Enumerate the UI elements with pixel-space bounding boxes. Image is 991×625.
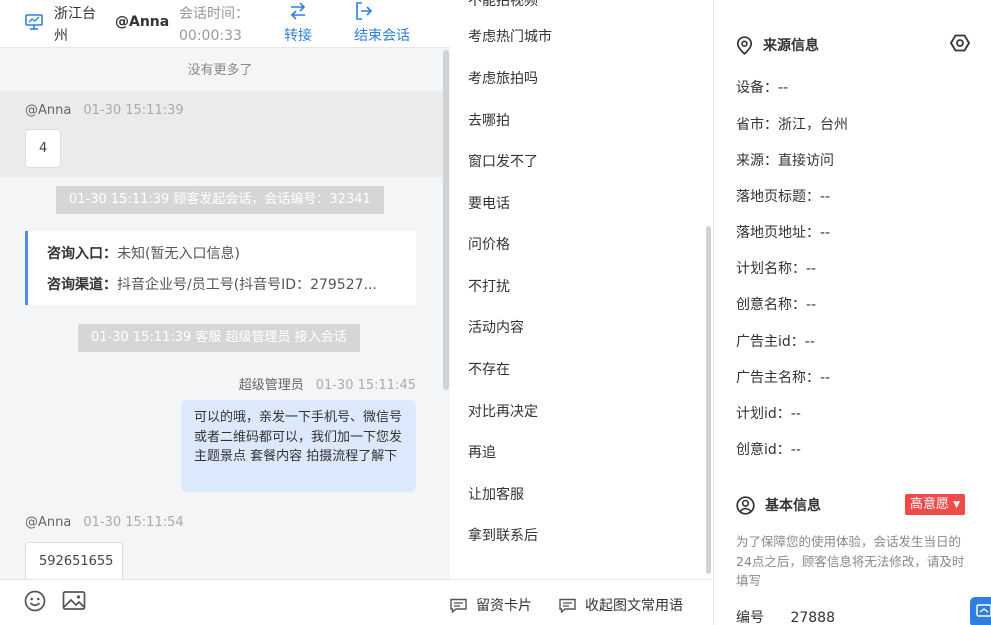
intent-level-value: 高意愿 (910, 497, 950, 512)
field-landing-url: 落地页地址：-- (736, 225, 831, 241)
field-creative-id: 创意id：-- (736, 442, 801, 458)
channel-key: 咨询渠道： (47, 277, 117, 293)
source-info-title: 来源信息 (736, 35, 819, 55)
visitor-name: @Anna (115, 14, 170, 30)
settings-hex-icon[interactable] (950, 33, 970, 53)
source-info-label: 来源信息 (763, 38, 819, 54)
field-id-row: 编号 27888 (736, 607, 835, 625)
end-session-label: 结束会话 (354, 28, 410, 44)
phrase-item[interactable]: 活动内容 (468, 317, 524, 337)
chat-float-icon (976, 604, 991, 617)
chat-float-button[interactable] (970, 597, 991, 625)
incoming-message: 592651655 (25, 542, 123, 579)
field-id-label: 编号 (736, 610, 764, 625)
system-tip: 01-30 15:11:39 客服 超级管理员 接入会话 (78, 324, 360, 352)
end-session-button[interactable]: 结束会话 (354, 1, 410, 47)
field-device: 设备：-- (736, 80, 789, 96)
location-pin-icon (736, 35, 753, 55)
message-time: 01-30 15:11:39 (83, 103, 184, 118)
entry-key: 咨询入口： (47, 246, 117, 262)
edit-notice: 为了保障您的使用体验，会话发生当日的24点之后，顾客信息将无法修改，请及时填写 (736, 534, 965, 588)
sender-name: 超级管理员 (238, 378, 304, 393)
phrase-item[interactable]: 不存在 (468, 359, 510, 379)
phrase-item[interactable]: 考虑热门城市 (468, 26, 552, 46)
emoji-icon[interactable] (24, 590, 46, 612)
visitor-location: 浙江台州 (54, 6, 96, 44)
transfer-button[interactable]: 转接 (284, 1, 312, 47)
phrase-item[interactable]: 要电话 (468, 193, 510, 213)
sender-name: @Anna (25, 515, 72, 530)
field-advertiser-name: 广告主名称：-- (736, 370, 831, 386)
channel-row: 咨询渠道：抖音企业号/员工号(抖音号ID：279527... (47, 274, 407, 305)
exit-icon (356, 2, 373, 20)
field-id-value: 27888 (790, 610, 835, 625)
phrases-scrollbar[interactable] (706, 226, 711, 574)
incoming-message: 4 (25, 129, 61, 168)
visitor-info-panel: 来源信息 设备：-- 省市：浙江，台州 来源：直接访问 落地页标题：-- 落地页… (714, 0, 991, 625)
phrase-item[interactable]: 对比再决定 (468, 401, 538, 421)
entry-info-card: 咨询入口：未知(暂无入口信息) 咨询渠道：抖音企业号/员工号(抖音号ID：279… (25, 231, 416, 305)
field-creative-name: 创意名称：-- (736, 297, 817, 313)
session-time-value: 00:00:33 (179, 28, 242, 44)
basic-info-title: 基本信息 (736, 495, 821, 515)
phrase-item[interactable]: 再追 (468, 442, 496, 462)
entry-row: 咨询入口：未知(暂无入口信息) (47, 243, 407, 274)
phrase-item[interactable]: 不能拍视频 (468, 0, 538, 10)
quick-phrases-panel: 不能拍视频 考虑热门城市 考虑旅拍吗 去哪拍 窗口发不了 要电话 问价格 不打扰… (450, 0, 714, 625)
field-landing-title: 落地页标题：-- (736, 189, 831, 205)
message-time: 01-30 15:11:54 (83, 515, 184, 530)
outgoing-message: 可以的哦，亲发一下手机号、微信号或者二维码都可以，我们加一下您发主题景点 套餐内… (181, 400, 416, 492)
channel-value: 抖音企业号/员工号(抖音号ID：279527... (117, 277, 377, 293)
field-plan-id: 计划id：-- (736, 406, 801, 422)
system-tip: 01-30 15:11:39 顾客发起会话，会话编号：32341 (56, 186, 384, 214)
collapse-icon (559, 598, 576, 613)
user-circle-icon (736, 495, 755, 515)
chat-scrollbar[interactable] (443, 50, 449, 390)
phrase-item[interactable]: 拿到联系后 (468, 525, 538, 545)
caret-down-icon: ▼ (953, 500, 961, 510)
session-time-label: 会话时间： (179, 6, 249, 22)
basic-info-label: 基本信息 (765, 498, 821, 514)
monitor-icon (25, 14, 43, 30)
card-icon (450, 598, 467, 613)
chat-input-toolbar (0, 579, 450, 625)
phrase-item[interactable]: 窗口发不了 (468, 151, 538, 171)
transfer-label: 转接 (284, 28, 312, 44)
message-meta: 超级管理员 01-30 15:11:45 (239, 374, 416, 393)
entry-value: 未知(暂无入口信息) (117, 246, 240, 262)
collapse-phrases-button[interactable]: 收起图文常用语 (559, 595, 683, 615)
phrase-item[interactable]: 不打扰 (468, 276, 510, 296)
phrase-item[interactable]: 让加客服 (468, 484, 524, 504)
phrase-item[interactable]: 问价格 (468, 234, 510, 254)
chat-panel: 浙江台州 @Anna 会话时间： 00:00:33 转接 结束会话 没有更多了 … (0, 0, 450, 625)
no-more-history: 没有更多了 (187, 63, 253, 78)
field-province-city: 省市：浙江，台州 (736, 117, 848, 133)
phrase-item[interactable]: 去哪拍 (468, 110, 510, 130)
phrases-toolbar: 留资卡片 收起图文常用语 (450, 579, 713, 625)
info-card-label: 留资卡片 (476, 598, 532, 614)
sender-name: @Anna (25, 103, 72, 118)
collapse-phrases-label: 收起图文常用语 (585, 598, 683, 614)
intent-level-select[interactable]: 高意愿 ▼ (905, 494, 966, 515)
phrase-item[interactable]: 考虑旅拍吗 (468, 68, 538, 88)
message-meta: @Anna 01-30 15:11:39 (25, 103, 184, 118)
info-card-button[interactable]: 留资卡片 (450, 595, 532, 615)
image-icon[interactable] (62, 590, 86, 612)
field-advertiser-id: 广告主id：-- (736, 334, 815, 350)
transfer-icon (290, 2, 306, 20)
chat-header: 浙江台州 @Anna 会话时间： 00:00:33 转接 结束会话 (0, 0, 450, 48)
field-plan-name: 计划名称：-- (736, 261, 817, 277)
message-meta: @Anna 01-30 15:11:54 (25, 515, 184, 530)
field-source: 来源：直接访问 (736, 153, 834, 169)
message-time: 01-30 15:11:45 (315, 378, 416, 393)
